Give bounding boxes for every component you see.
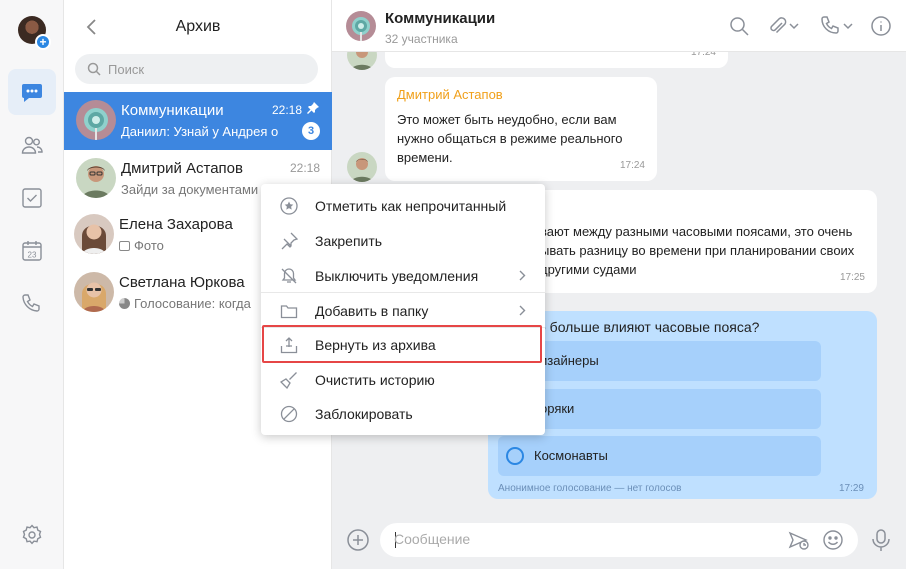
left-rail: + 23 (0, 0, 64, 569)
composer (332, 512, 906, 569)
radio-button[interactable] (506, 447, 524, 465)
poll-option[interactable]: изайнеры (498, 341, 821, 381)
message-field[interactable] (394, 531, 774, 547)
contacts-icon (21, 136, 43, 154)
poll-option-label: изайнеры (540, 353, 599, 368)
unread-badge: 3 (302, 122, 320, 140)
poll-option-label: оряки (540, 401, 575, 416)
menu-item-mark-unread[interactable]: Отметить как непрочитанный (261, 188, 545, 223)
settings-button[interactable] (8, 512, 56, 558)
avatar (74, 214, 114, 254)
chevron-right-icon (519, 270, 526, 281)
list-title: Архив (175, 18, 221, 35)
menu-item-add-to-folder[interactable]: Добавить в папку (261, 293, 545, 328)
avatar (76, 158, 116, 198)
broom-icon (280, 372, 297, 389)
chat-name: Дмитрий Астапов (121, 160, 243, 177)
chevron-right-icon (519, 305, 526, 316)
pin-icon (281, 232, 298, 250)
chat-avatar[interactable] (346, 11, 376, 41)
rail-calls-button[interactable] (8, 281, 56, 327)
phone-icon[interactable] (820, 15, 842, 37)
list-header: Архив (64, 0, 332, 54)
message-time: 17:25 (839, 272, 865, 283)
phone-icon (22, 294, 40, 312)
menu-item-clear-history[interactable]: Очистить историю (261, 362, 545, 397)
highlight-box (262, 325, 542, 363)
star-circle-icon (280, 197, 298, 215)
calendar-day: 23 (28, 251, 37, 260)
menu-item-label: Очистить историю (315, 372, 435, 388)
poll-option[interactable]: оряки (498, 389, 821, 429)
search-input[interactable]: Поиск (75, 54, 318, 84)
menu-item-label: Заблокировать (315, 406, 413, 422)
add-account-icon[interactable]: + (35, 34, 51, 50)
pin-icon (307, 102, 319, 114)
poll-option[interactable]: Космонавты (498, 436, 821, 476)
message-input[interactable] (380, 523, 858, 557)
chat-time: 22:18 (289, 161, 320, 175)
chat-item-communications[interactable]: Коммуникации Даниил: Узнай у Андрея о 22… (64, 92, 332, 150)
send-later-icon[interactable] (788, 529, 810, 551)
poll-option-label: Космонавты (534, 448, 608, 463)
add-attachment-icon[interactable] (346, 528, 370, 552)
message-text-line: ывать разницу во времени при планировани… (540, 243, 855, 258)
message-author: Дмитрий Астапов (397, 87, 503, 102)
message-time: 17:24 (619, 160, 645, 171)
context-menu: Отметить как непрочитанный Закрепить Вык… (261, 184, 545, 435)
chat-subtitle: 32 участника (385, 32, 458, 46)
rail-tasks-button[interactable] (8, 175, 56, 221)
info-icon[interactable] (870, 15, 892, 37)
chevron-down-icon[interactable] (842, 15, 854, 37)
rail-calendar-button[interactable]: 23 (8, 228, 56, 274)
message-time: 17:29 (838, 483, 864, 494)
rail-chats-button[interactable] (8, 69, 56, 115)
poll-icon (119, 298, 130, 309)
chat-header: Коммуникации 32 участника (332, 0, 906, 52)
chat-bubble-icon (22, 84, 42, 102)
menu-item-pin[interactable]: Закрепить (261, 223, 545, 258)
microphone-icon[interactable] (870, 528, 892, 552)
chat-name: Коммуникации (121, 102, 224, 119)
avatar (76, 100, 116, 140)
photo-icon (119, 241, 130, 251)
search-icon[interactable] (728, 15, 750, 37)
block-icon (280, 405, 298, 423)
chat-preview: Даниил: Узнай у Андрея о (121, 124, 279, 139)
menu-item-label: Добавить в папку (315, 303, 429, 319)
rail-contacts-button[interactable] (8, 122, 56, 168)
calendar-icon: 23 (22, 241, 42, 261)
message-text-line: вают между разными часовыми поясами, это… (540, 224, 853, 239)
menu-item-mute[interactable]: Выключить уведомления (261, 258, 545, 293)
message-bubble: вают между разными часовыми поясами, это… (488, 190, 877, 293)
chat-name: Светлана Юркова (119, 274, 245, 291)
gear-icon (22, 524, 42, 545)
menu-item-label: Выключить уведомления (315, 268, 479, 284)
sender-avatar (347, 152, 377, 182)
message-bubble: Дмитрий Астапов Это может быть неудобно,… (385, 77, 657, 181)
chat-name: Елена Захарова (119, 216, 233, 233)
mute-icon (281, 268, 297, 284)
paperclip-icon[interactable] (766, 15, 788, 37)
menu-item-label: Отметить как непрочитанный (315, 198, 507, 214)
chat-time: 22:18 (271, 103, 302, 117)
message-text: Это может быть неудобно, если вам нужно … (397, 112, 623, 165)
poll-question: о больше влияют часовые пояса? (538, 319, 760, 335)
poll-message: о больше влияют часовые пояса? изайнеры … (488, 311, 877, 499)
menu-item-label: Закрепить (315, 233, 383, 249)
message-text-line: другими судами (540, 262, 637, 277)
search-icon (87, 62, 101, 76)
folder-icon (280, 305, 298, 319)
search-placeholder: Поиск (108, 62, 145, 77)
chat-title[interactable]: Коммуникации (385, 10, 495, 27)
avatar (74, 272, 114, 312)
chevron-down-icon[interactable] (788, 15, 800, 37)
checkbox-icon (22, 188, 42, 208)
emoji-icon[interactable] (822, 529, 844, 551)
poll-note: Анонимное голосование — нет голосов (498, 483, 682, 494)
menu-item-block[interactable]: Заблокировать (261, 396, 545, 431)
